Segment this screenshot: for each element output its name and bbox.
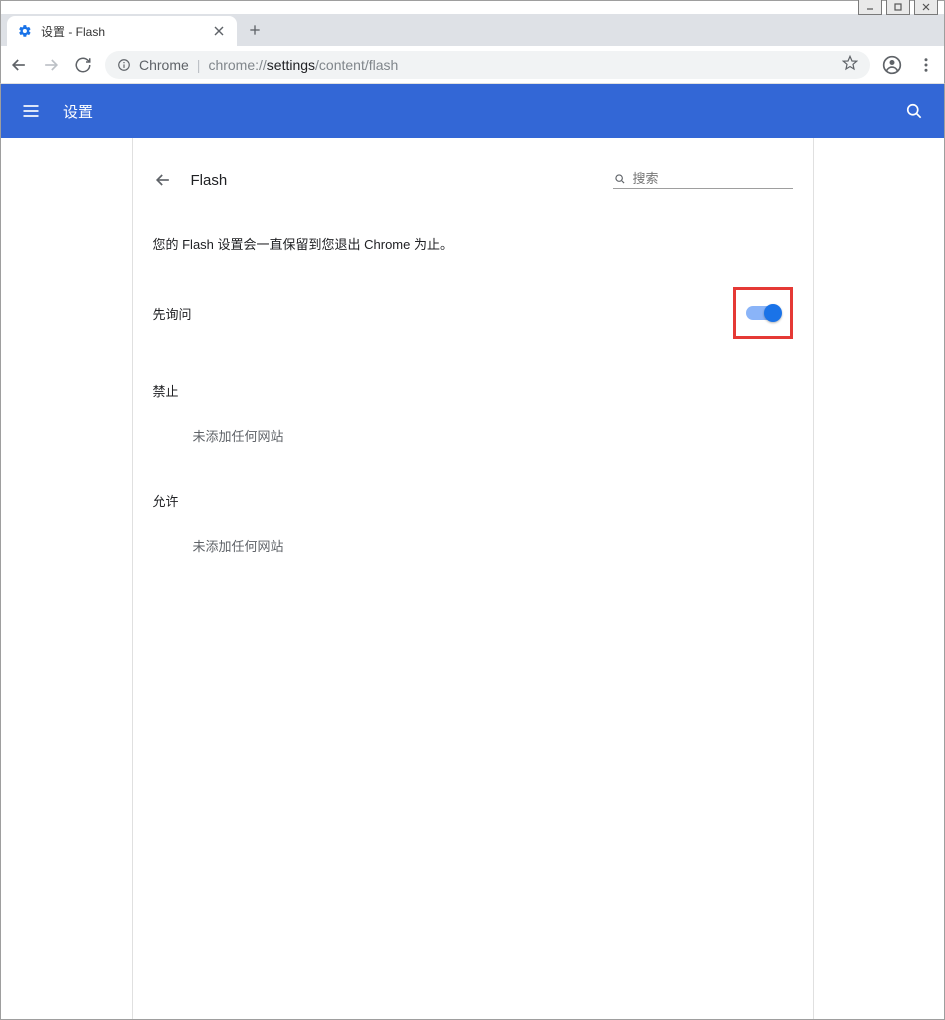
search-icon [613, 172, 627, 186]
settings-search-icon[interactable] [902, 99, 926, 123]
url-separator: | [197, 57, 201, 73]
content-area: Flash 您的 Flash 设置会一直保留到您退出 Chrome 为止。 先询… [0, 138, 945, 1020]
nav-forward-button[interactable] [41, 55, 61, 75]
panel-search-input[interactable] [633, 171, 793, 186]
panel-header: Flash [133, 162, 813, 198]
settings-app-header: 设置 [0, 84, 945, 138]
tab-strip: 设置 - Flash [0, 14, 945, 46]
ask-first-row: 先询问 [133, 273, 813, 353]
highlight-box [733, 287, 793, 339]
browser-toolbar: Chrome | chrome://settings/content/flash [0, 46, 945, 84]
block-empty-text: 未添加任何网站 [133, 408, 813, 463]
panel-back-button[interactable] [153, 170, 173, 190]
toggle-knob [764, 304, 782, 322]
window-close-button[interactable] [914, 0, 938, 15]
browser-tab[interactable]: 设置 - Flash [7, 16, 237, 46]
window-controls [858, 0, 944, 15]
allow-empty-text: 未添加任何网站 [133, 518, 813, 573]
ask-first-toggle[interactable] [746, 306, 780, 320]
settings-header-title: 设置 [63, 101, 93, 122]
bookmark-star-icon[interactable] [842, 55, 858, 74]
toolbar-right [882, 55, 936, 75]
new-tab-button[interactable] [241, 16, 269, 44]
window-titlebar [0, 0, 945, 14]
flash-notice: 您的 Flash 设置会一直保留到您退出 Chrome 为止。 [133, 198, 813, 273]
panel-title: Flash [191, 172, 228, 189]
kebab-menu-icon[interactable] [916, 55, 936, 75]
window-maximize-button[interactable] [886, 0, 910, 15]
gear-icon [17, 23, 33, 39]
url-scheme-chip: Chrome [139, 57, 189, 73]
address-bar[interactable]: Chrome | chrome://settings/content/flash [105, 51, 870, 79]
tab-title: 设置 - Flash [41, 23, 211, 40]
nav-reload-button[interactable] [73, 55, 93, 75]
block-section-heading: 禁止 [133, 353, 813, 408]
ask-first-label: 先询问 [153, 304, 733, 323]
window-minimize-button[interactable] [858, 0, 882, 15]
panel-search[interactable] [613, 171, 793, 189]
tab-close-icon[interactable] [211, 23, 227, 39]
url-text: chrome://settings/content/flash [208, 57, 398, 73]
settings-panel: Flash 您的 Flash 设置会一直保留到您退出 Chrome 为止。 先询… [133, 138, 813, 573]
allow-section-heading: 允许 [133, 463, 813, 518]
nav-back-button[interactable] [9, 55, 29, 75]
site-info-icon[interactable] [117, 58, 131, 72]
hamburger-menu-icon[interactable] [19, 99, 43, 123]
profile-avatar-icon[interactable] [882, 55, 902, 75]
